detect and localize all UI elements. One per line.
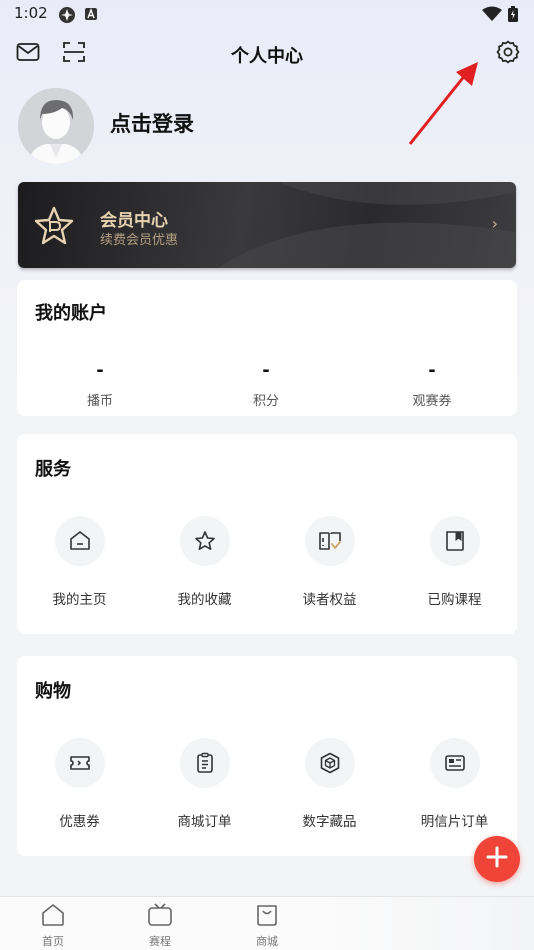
tv-icon <box>147 903 173 931</box>
services-title: 服务 <box>35 459 71 480</box>
chevron-right-icon: › <box>491 214 498 233</box>
star-icon <box>179 516 230 566</box>
shopping-item-label: 商城订单 <box>177 814 232 830</box>
shopping-bag-icon <box>254 905 280 931</box>
coupon-icon <box>54 738 105 788</box>
annotation-arrow <box>400 60 490 154</box>
settings-button[interactable] <box>494 40 522 68</box>
shopping-item-orders[interactable]: 商城订单 <box>142 738 267 830</box>
gear-icon <box>496 40 520 68</box>
service-item-label: 我的主页 <box>52 592 107 608</box>
vip-background-decoration <box>218 182 516 268</box>
home-tab-icon <box>40 904 66 931</box>
vip-center-card[interactable]: 会员中心 续费会员优惠 › <box>18 182 516 268</box>
cube-icon <box>304 738 355 788</box>
tab-mall[interactable]: 商城 <box>232 903 302 949</box>
service-item-label: 读者权益 <box>302 592 357 608</box>
stat-tickets[interactable]: - 观赛券 <box>349 360 515 409</box>
stat-coins[interactable]: - 播币 <box>17 360 183 409</box>
add-fab-button[interactable] <box>474 836 520 882</box>
service-item-reader-rights[interactable]: 读者权益 <box>267 516 392 608</box>
wifi-icon <box>482 6 502 26</box>
battery-icon <box>508 6 518 26</box>
account-title: 我的账户 <box>35 303 107 324</box>
home-icon <box>54 516 105 566</box>
service-item-courses[interactable]: 已购课程 <box>392 516 517 608</box>
stat-label: 播币 <box>86 394 113 409</box>
shopping-card: 购物 优惠券 商城订单 数字藏品 明信片订单 <box>17 656 517 856</box>
purchased-course-icon <box>429 516 480 566</box>
status-time: 1:02 <box>14 4 48 22</box>
tab-label: 商城 <box>256 935 278 948</box>
clipboard-icon <box>179 738 230 788</box>
services-card: 服务 我的主页 我的收藏 读者权益 已购课程 <box>17 434 517 634</box>
service-item-label: 已购课程 <box>427 592 482 608</box>
shopping-item-coupons[interactable]: 优惠券 <box>17 738 142 830</box>
tab-schedule[interactable]: 赛程 <box>125 903 195 949</box>
status-bar: 1:02 <box>0 0 534 28</box>
avatar[interactable] <box>18 88 94 164</box>
service-item-favorites[interactable]: 我的收藏 <box>142 516 267 608</box>
tab-home[interactable]: 首页 <box>18 903 88 949</box>
tab-label: 赛程 <box>149 935 171 948</box>
service-item-label: 我的收藏 <box>177 592 232 608</box>
reader-rights-icon <box>304 516 355 566</box>
shopping-item-label: 明信片订单 <box>420 814 489 830</box>
stat-value: - <box>428 360 436 381</box>
shopping-title: 购物 <box>35 681 71 702</box>
stat-value: - <box>262 360 270 381</box>
app-notification-icon <box>58 6 76 28</box>
a-notification-icon <box>84 6 98 25</box>
vip-title: 会员中心 <box>100 211 168 231</box>
service-item-home[interactable]: 我的主页 <box>17 516 142 608</box>
shopping-item-postcard-orders[interactable]: 明信片订单 <box>392 738 517 830</box>
stat-points[interactable]: - 积分 <box>183 360 349 409</box>
stat-label: 观赛券 <box>412 394 452 409</box>
login-link[interactable]: 点击登录 <box>110 108 194 138</box>
postcard-icon <box>429 738 480 788</box>
bottom-tab-bar: 首页 赛程 商城 <box>0 896 534 950</box>
shopping-item-digital-collectibles[interactable]: 数字藏品 <box>267 738 392 830</box>
plus-icon <box>486 846 508 872</box>
stat-label: 积分 <box>252 394 279 409</box>
stat-value: - <box>96 360 104 381</box>
account-card: 我的账户 - 播币 - 积分 - 观赛券 <box>17 280 517 416</box>
vip-subtitle: 续费会员优惠 <box>100 233 179 248</box>
tab-label: 首页 <box>42 935 64 948</box>
shopping-item-label: 优惠券 <box>59 814 100 830</box>
default-avatar-icon <box>18 88 94 164</box>
vip-star-icon <box>34 206 74 250</box>
shopping-item-label: 数字藏品 <box>302 814 357 830</box>
